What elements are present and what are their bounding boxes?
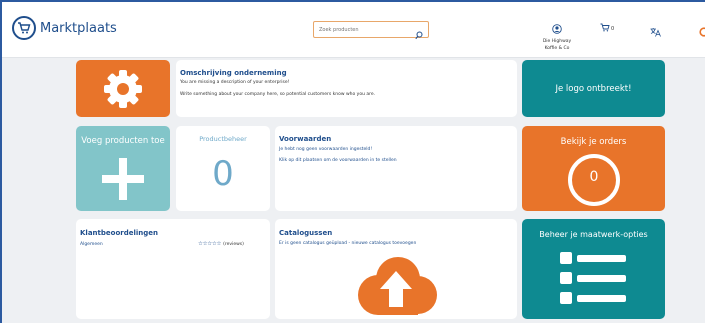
search-input[interactable] [319, 24, 414, 36]
custom-options-card[interactable]: Beheer je maatwerk-opties [522, 219, 665, 319]
star-rating: ☆☆☆☆☆ (reviews) [198, 241, 244, 247]
account-name-line1: Die Highway [542, 39, 572, 44]
top-header: Marktplaats Die Highway Koffie & Co 0 [2, 2, 705, 58]
add-products-card[interactable]: Voeg producten toe [76, 126, 170, 211]
list-icon [560, 252, 628, 308]
language-switcher[interactable] [650, 22, 661, 41]
terms-title: Voorwaarden [279, 135, 332, 143]
reviews-card[interactable]: Klantbeoordelingen Algemeen ☆☆☆☆☆ (revie… [76, 219, 270, 319]
gear-icon [104, 70, 142, 108]
product-count: 0 [212, 154, 234, 194]
catalogs-line1[interactable]: Er is geen catalogus geüpload - nieuwe c… [279, 240, 416, 247]
marketplace-logo[interactable]: Marktplaats [12, 16, 117, 40]
company-description-card[interactable]: Omschrijving onderneming You are missing… [176, 60, 517, 117]
translate-icon [650, 28, 661, 37]
logo-missing-title: Je logo ontbreekt! [555, 84, 632, 94]
account-name-line2: Koffie & Co [544, 46, 570, 51]
cloud-upload-icon[interactable] [352, 255, 440, 317]
reviews-label: Algemeen [80, 242, 103, 247]
product-management-title: Productbeheer [199, 135, 247, 143]
cart-icon [600, 23, 610, 32]
company-description-title: Omschrijving onderneming [180, 69, 287, 77]
settings-card[interactable] [76, 60, 170, 117]
search-icon[interactable] [415, 25, 423, 44]
plus-icon [102, 158, 144, 200]
terms-card[interactable]: Voorwaarden Je hebt nog geen voorwaarden… [275, 126, 517, 211]
terms-line2[interactable]: Klik op dit plaatsen om de voorwaarden i… [279, 157, 397, 164]
logo-missing-card[interactable]: Je logo ontbreekt! [522, 60, 665, 117]
star-icons: ☆☆☆☆☆ [198, 241, 222, 247]
cart-count: 0 [611, 26, 615, 32]
search-box[interactable] [313, 21, 429, 40]
cart-logo-icon [12, 16, 36, 40]
logo-text: Marktplaats [40, 20, 117, 36]
company-description-line1: You are missing a description of your en… [180, 80, 290, 85]
catalogs-card[interactable]: Catalogussen Er is geen catalogus geüplo… [275, 219, 517, 319]
orders-count: 0 [589, 169, 599, 185]
reviews-count-label: (reviews) [223, 241, 244, 247]
user-icon [552, 24, 562, 34]
company-description-line2: Write something about your company here,… [180, 92, 376, 97]
reviews-title: Klantbeoordelingen [80, 229, 158, 237]
cart-button[interactable]: 0 [600, 23, 614, 32]
account-menu[interactable]: Die Highway Koffie & Co [534, 19, 580, 52]
settings-edge-icon[interactable] [699, 22, 705, 41]
catalogs-title: Catalogussen [279, 229, 333, 237]
custom-options-title: Beheer je maatwerk-opties [539, 230, 648, 239]
orders-title: Bekijk je orders [560, 137, 627, 147]
terms-line1[interactable]: Je hebt nog geen voorwaarden ingesteld! [279, 146, 372, 153]
add-products-title: Voeg producten toe [81, 136, 165, 146]
product-management-card[interactable]: Productbeheer 0 [176, 126, 270, 211]
orders-card[interactable]: Bekijk je orders 0 [522, 126, 665, 211]
